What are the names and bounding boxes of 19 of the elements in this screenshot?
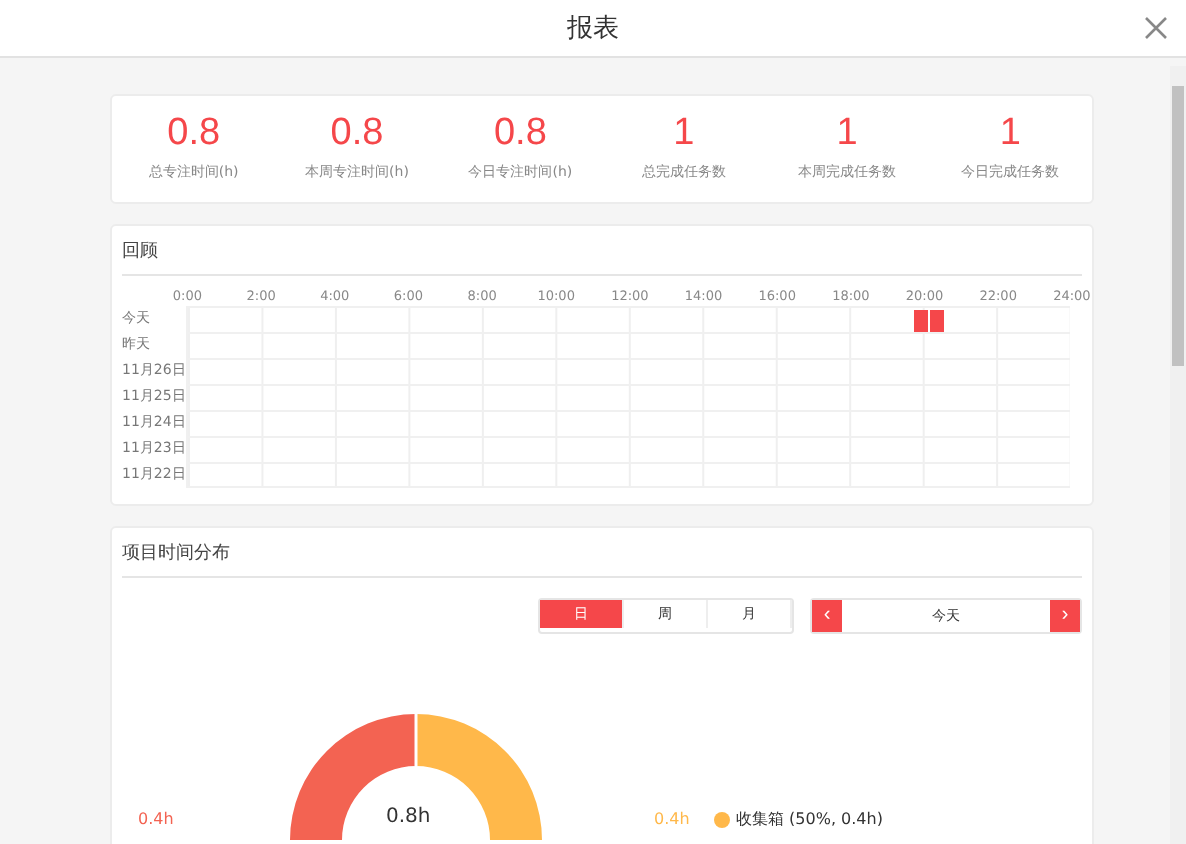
scrollbar[interactable] [1170,66,1186,844]
stat-value: 0.8 [330,112,384,156]
stat-value: 0.8 [167,112,221,156]
section-title: 项目时间分布 [122,536,1082,578]
previous-button[interactable]: ‹ [812,600,842,632]
legend-label: 收集箱 (50%, 0.4h) [736,808,883,830]
slice-value: 0.4h [654,810,690,828]
section-title: 回顾 [122,234,1082,276]
window-title: 报表 [567,12,619,46]
close-icon[interactable] [1144,16,1168,40]
focus-block [913,310,927,332]
total-value: 0.8h [386,806,431,828]
focus-block [930,310,945,332]
next-button[interactable]: › [1050,600,1080,632]
stat-value: 1 [836,112,858,156]
slice-value: 0.4h [138,810,174,828]
stat-value: 1 [673,112,695,156]
stat-value: 0.8 [493,112,547,156]
stat-value: 1 [999,112,1021,156]
